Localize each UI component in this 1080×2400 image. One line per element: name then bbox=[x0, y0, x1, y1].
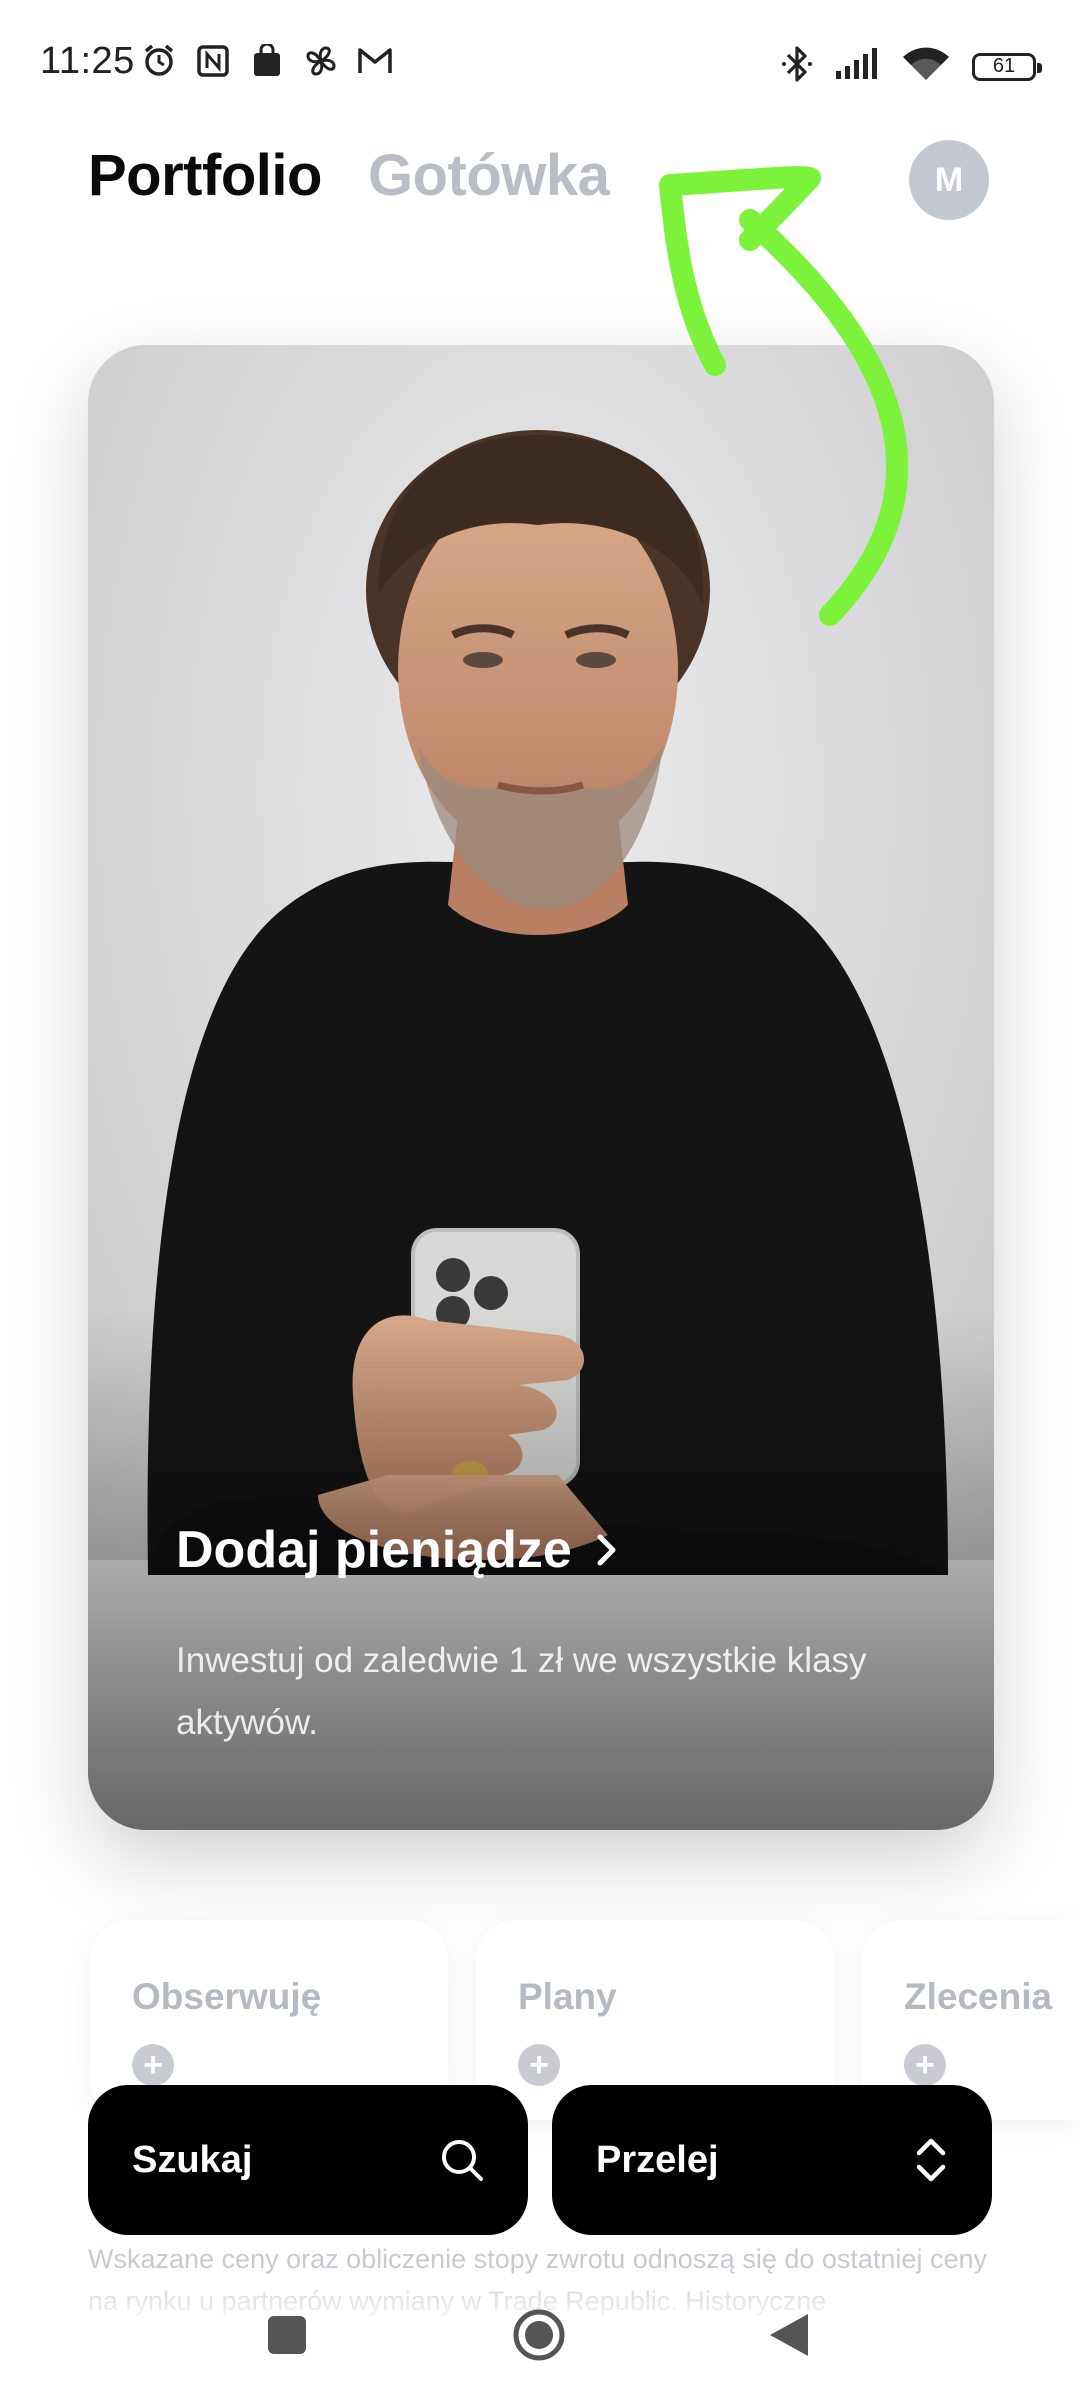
status-system-icons: 61 bbox=[782, 44, 1042, 89]
promo-title[interactable]: Dodaj pieniądze bbox=[176, 1520, 620, 1580]
tile-label: Obserwuję bbox=[132, 1976, 322, 2017]
recent-apps-button[interactable] bbox=[268, 2316, 306, 2354]
plus-icon[interactable]: + bbox=[904, 2044, 946, 2086]
fan-icon bbox=[302, 42, 340, 80]
gmail-icon bbox=[356, 42, 394, 80]
status-time: 11:25 bbox=[40, 40, 135, 82]
transfer-button[interactable]: Przelej bbox=[552, 2085, 992, 2235]
chevron-right-icon bbox=[597, 1534, 616, 1566]
plus-icon[interactable]: + bbox=[132, 2044, 174, 2086]
annotation-arrow bbox=[659, 166, 909, 626]
status-notification-icons bbox=[140, 42, 394, 80]
nfc-icon bbox=[194, 42, 232, 80]
promo-title-text: Dodaj pieniądze bbox=[176, 1521, 572, 1579]
shopping-bag-icon bbox=[248, 42, 286, 80]
wifi-icon bbox=[902, 46, 950, 87]
transfer-arrows-icon bbox=[916, 2138, 946, 2182]
bluetooth-icon bbox=[782, 44, 812, 89]
battery-icon: 61 bbox=[972, 52, 1042, 81]
search-icon bbox=[442, 2140, 483, 2181]
alarm-icon bbox=[140, 42, 178, 80]
back-button[interactable] bbox=[768, 2312, 810, 2358]
battery-level: 61 bbox=[992, 55, 1016, 77]
plus-icon[interactable]: + bbox=[518, 2044, 560, 2086]
tile-label: Plany bbox=[518, 1976, 617, 2017]
search-button-label: Szukaj bbox=[132, 2138, 253, 2181]
signal-icon bbox=[834, 47, 880, 86]
transfer-button-label: Przelej bbox=[596, 2138, 719, 2181]
avatar-initial: M bbox=[934, 160, 964, 199]
tile-label: Zlecenia bbox=[904, 1976, 1053, 2017]
tab-portfolio[interactable]: Portfolio bbox=[88, 142, 322, 209]
status-bar: 11:25 61 bbox=[0, 0, 1080, 130]
search-button[interactable]: Szukaj bbox=[88, 2085, 528, 2235]
promo-subtitle: Inwestuj od zaledwie 1 zł we wszystkie k… bbox=[176, 1641, 867, 1742]
home-button[interactable] bbox=[512, 2308, 566, 2362]
tab-cash[interactable]: Gotówka bbox=[368, 142, 610, 209]
